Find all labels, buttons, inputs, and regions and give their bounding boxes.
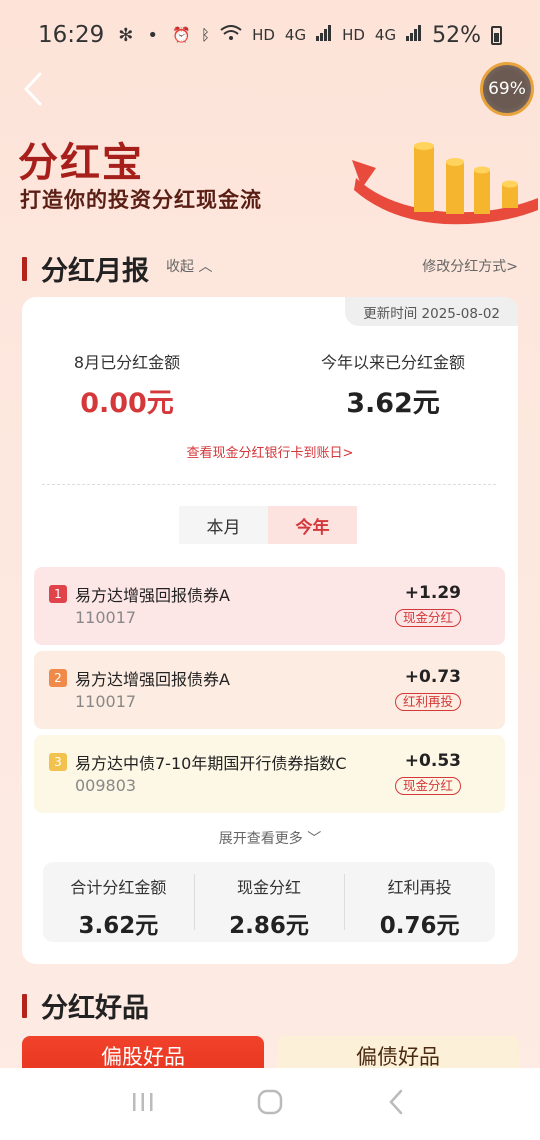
rank-badge: 1: [49, 585, 67, 603]
pinwheel-icon: ✻: [118, 24, 134, 46]
fund-row[interactable]: 1 易方达增强回报债券A 110017 +1.29 现金分红: [34, 567, 505, 645]
good-products-title: 分红好品: [22, 986, 149, 1025]
monthly-report-title: 分红月报: [22, 249, 149, 288]
tab-this-month[interactable]: 本月: [179, 506, 268, 544]
dividend-type-tag: 现金分红: [394, 777, 461, 795]
network-label: HD: [342, 26, 365, 44]
year-dividend-label: 今年以来已分红金额: [320, 353, 465, 372]
year-dividend-value: 3.62元: [346, 388, 440, 419]
month-dividend-label: 8月已分红金额: [73, 353, 181, 372]
modify-dividend-link[interactable]: 修改分红方式>: [422, 256, 518, 276]
chevron-up-icon: ︿: [198, 259, 213, 275]
signal-icon: [406, 25, 422, 45]
system-nav-bar: [0, 1068, 540, 1140]
rank-badge: 3: [49, 753, 67, 771]
fund-row[interactable]: 3 易方达中债7-10年期国开行债券指数C 009803 +0.53 现金分红: [34, 735, 505, 813]
dividend-type-tag: 红利再投: [394, 693, 461, 711]
status-time: 16:29: [38, 22, 105, 48]
bluetooth-icon: ᛒ: [201, 26, 211, 44]
fund-code: 009803: [75, 776, 137, 795]
status-bar: 16:29 ✻ • ⏰ ᛒ HD 4G HD 4G 52%: [0, 0, 540, 70]
wifi-icon: [220, 25, 242, 45]
back-icon[interactable]: [20, 72, 48, 106]
network-label: 4G: [374, 26, 397, 44]
alarm-icon: ⏰: [172, 26, 192, 44]
fund-name: 易方达增强回报债券A: [75, 586, 230, 605]
network-label: 4G: [284, 26, 307, 44]
month-dividend-value: 0.00元: [80, 388, 174, 419]
bank-arrival-link[interactable]: 查看现金分红银行卡到账日>: [22, 442, 518, 461]
collapse-button[interactable]: 收起 ︿: [166, 256, 212, 276]
back-nav-icon[interactable]: [382, 1087, 412, 1121]
fund-name: 易方达增强回报债券A: [75, 670, 230, 689]
home-icon[interactable]: [255, 1087, 285, 1121]
summary-cash: 现金分红 2.86元: [193, 862, 345, 942]
monthly-report-card: 更新时间 2025-08-02 8月已分红金额 0.00元 今年以来已分红金额 …: [22, 297, 518, 964]
fund-amount: +1.29: [404, 583, 461, 603]
fund-code: 110017: [75, 692, 137, 711]
recent-apps-icon[interactable]: [128, 1087, 158, 1121]
network-label: HD: [252, 26, 275, 44]
rank-badge: 2: [49, 669, 67, 687]
fund-amount: +0.73: [404, 667, 461, 687]
fund-row[interactable]: 2 易方达增强回报债券A 110017 +0.73 红利再投: [34, 651, 505, 729]
brand-subtitle: 打造你的投资分红现金流: [20, 188, 262, 212]
update-time: 更新时间 2025-08-02: [345, 297, 518, 326]
fund-amount: +0.53: [404, 751, 461, 771]
brand-title: 分红宝: [18, 139, 144, 186]
summary-reinvest: 红利再投 0.76元: [344, 862, 495, 942]
chevron-down-icon: ﹀: [307, 831, 322, 847]
fund-code: 110017: [75, 608, 137, 627]
period-tabs: 本月 今年: [179, 506, 357, 544]
dividend-type-tag: 现金分红: [394, 609, 461, 627]
dividend-summary: 合计分红金额 3.62元 现金分红 2.86元 红利再投 0.76元: [43, 862, 495, 942]
progress-badge[interactable]: 69%: [480, 62, 534, 116]
divider: [42, 484, 496, 485]
battery-percent: 52%: [432, 22, 481, 48]
signal-icon: [316, 25, 332, 45]
dot-icon: •: [147, 24, 159, 46]
tab-this-year[interactable]: 今年: [268, 506, 357, 544]
fund-name: 易方达中债7-10年期国开行债券指数C: [75, 754, 347, 773]
battery-icon: [491, 25, 502, 45]
coins-arrow-illustration: [348, 138, 538, 228]
expand-more-button[interactable]: 展开查看更多 ﹀: [22, 828, 518, 848]
summary-total: 合计分红金额 3.62元: [70, 878, 167, 939]
